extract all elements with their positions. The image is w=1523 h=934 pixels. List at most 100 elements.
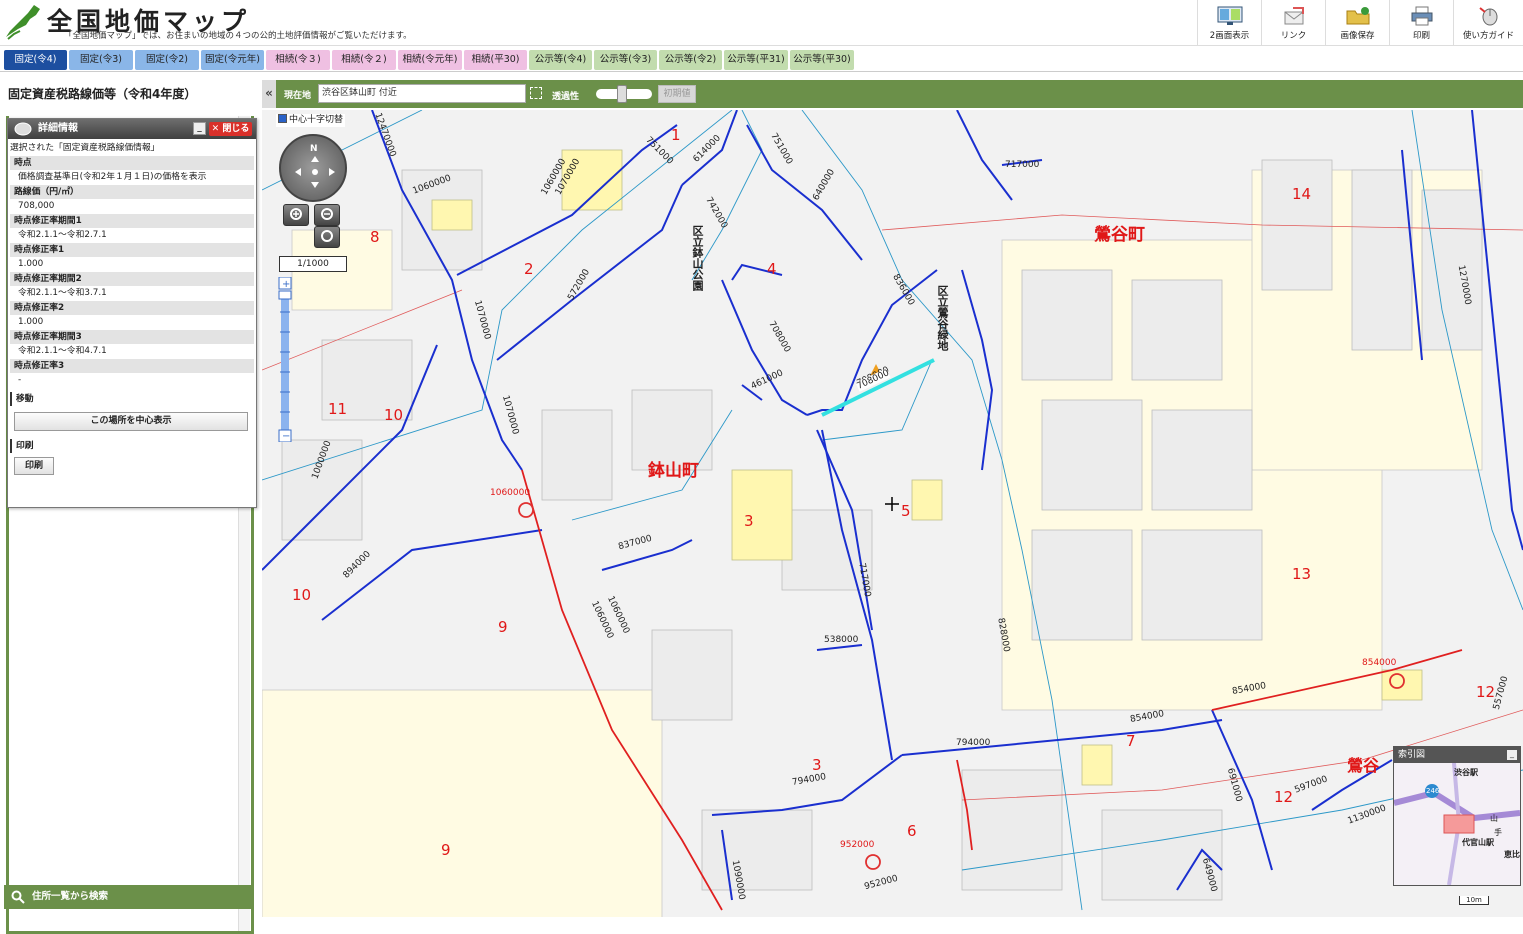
overview-label: 渋谷駅 bbox=[1454, 768, 1478, 777]
detail-row-value: - bbox=[18, 375, 22, 385]
scale-indicator: 1/1000 bbox=[279, 256, 347, 272]
detail-row-header: 時点修正率3 bbox=[10, 358, 254, 373]
block-number: 1 bbox=[671, 126, 681, 144]
block-number: 12 bbox=[1476, 683, 1496, 701]
detail-row-header: 時点修正率2 bbox=[10, 300, 254, 315]
address-search-bar[interactable]: 住所一覧から検索 bbox=[4, 885, 254, 909]
zoom-out-button[interactable] bbox=[314, 204, 340, 226]
block-number: 6 bbox=[907, 822, 917, 840]
overview-label: 代官山駅 bbox=[1462, 838, 1494, 847]
pan-compass[interactable]: N bbox=[279, 134, 347, 202]
tab-kotei-r2[interactable]: 固定(令2) bbox=[135, 50, 199, 70]
zoom-reset-icon bbox=[321, 230, 333, 242]
tab-kotei-r1[interactable]: 固定(令元年) bbox=[201, 50, 264, 70]
mouse-guide-icon bbox=[1478, 7, 1497, 26]
detail-row-header: 時点修正率1 bbox=[10, 242, 254, 257]
tab-koji-h30[interactable]: 公示等(平30) bbox=[790, 50, 854, 70]
japan-logo-icon bbox=[6, 5, 40, 40]
marked-point-price: 1060000 bbox=[490, 488, 531, 498]
print-tool-button[interactable]: 印刷 bbox=[1389, 0, 1453, 46]
location-label: 現在地 bbox=[284, 91, 312, 101]
minimize-button[interactable]: _ bbox=[193, 122, 206, 135]
block-number: 2 bbox=[524, 260, 534, 278]
detail-header[interactable]: 詳細情報 _ ✕ 閉じる bbox=[8, 119, 256, 139]
svg-text:−: − bbox=[282, 431, 290, 442]
guide-button[interactable]: 使い方ガイド bbox=[1453, 0, 1523, 46]
overview-label: 246 bbox=[1426, 787, 1440, 795]
road-price-label: 952000 bbox=[840, 840, 875, 850]
reset-opacity-button[interactable]: 初期値 bbox=[658, 85, 696, 103]
collapse-panel-button[interactable]: « bbox=[262, 80, 276, 108]
overview-map[interactable]: 索引図 _ 渋谷駅 代官山駅 恵比 山 手 246 bbox=[1393, 746, 1521, 886]
map-toolbar: « 現在地 渋谷区鉢山町 付近 透過性 初期値 bbox=[262, 80, 1523, 108]
dual-screen-icon bbox=[1217, 6, 1242, 25]
block-number: 10 bbox=[292, 586, 312, 604]
close-button[interactable]: ✕ 閉じる bbox=[209, 122, 252, 136]
dual-screen-button[interactable]: 2画面表示 bbox=[1197, 0, 1261, 46]
checkbox[interactable] bbox=[278, 114, 287, 123]
app-header: 全国地価マップ 「全国地価マップ」では、お住まいの地域の４つの公的土地評価情報が… bbox=[0, 0, 1523, 46]
block-number: 7 bbox=[1126, 732, 1136, 750]
svg-text:+: + bbox=[282, 279, 290, 290]
detail-row-value: 令和2.1.1～令和3.7.1 bbox=[18, 288, 107, 298]
road-price-label: 538000 bbox=[824, 635, 859, 645]
app-subtitle: 「全国地価マップ」では、お住まいの地域の４つの公的土地評価情報がご覧いただけます… bbox=[64, 31, 412, 41]
detail-row-header: 時点修正率期間2 bbox=[10, 271, 254, 286]
tab-souzoku-r1[interactable]: 相続(令元年) bbox=[398, 50, 462, 70]
print-button[interactable]: 印刷 bbox=[14, 456, 54, 475]
zoom-in-button[interactable] bbox=[283, 204, 309, 226]
tab-koji-r4[interactable]: 公示等(令4) bbox=[529, 50, 592, 70]
road-price-label: 794000 bbox=[956, 738, 991, 748]
tab-souzoku-h30[interactable]: 相続(平30) bbox=[464, 50, 527, 70]
tab-kotei-r3[interactable]: 固定(令3) bbox=[69, 50, 133, 70]
tool-label: 印刷 bbox=[1412, 31, 1430, 41]
note-icon bbox=[14, 122, 32, 136]
block-number: 14 bbox=[1292, 185, 1312, 203]
tool-label: リンク bbox=[1280, 31, 1307, 41]
detail-row-value: 令和2.1.1～令和4.7.1 bbox=[18, 346, 107, 356]
image-save-button[interactable]: 画像保存 bbox=[1325, 0, 1389, 46]
detail-row-value: 価格調査基準日(令和2年１月１日)の価格を表示 bbox=[18, 172, 207, 182]
center-cross-toggle[interactable]: 中心十字切替 bbox=[276, 114, 346, 127]
search-icon bbox=[11, 890, 25, 904]
block-number: 3 bbox=[812, 756, 822, 774]
tab-souzoku-r2[interactable]: 相続(令２) bbox=[332, 50, 396, 70]
center-map-button[interactable]: この場所を中心表示 bbox=[14, 411, 248, 431]
print-section-title: 印刷 bbox=[10, 438, 254, 453]
town-name: 鶯谷町 bbox=[1094, 225, 1145, 245]
tab-souzoku-r3[interactable]: 相続(令３) bbox=[266, 50, 330, 70]
detail-row-header: 時点 bbox=[10, 155, 254, 170]
search-bar-label: 住所一覧から検索 bbox=[32, 891, 109, 902]
overview-label: 手 bbox=[1494, 828, 1502, 837]
tool-label: 使い方ガイド bbox=[1462, 31, 1514, 41]
zoom-slider[interactable]: + − bbox=[278, 277, 292, 442]
opacity-label: 透過性 bbox=[552, 92, 580, 102]
tool-label: 画像保存 bbox=[1340, 31, 1375, 41]
opacity-slider-handle[interactable] bbox=[616, 85, 627, 103]
tab-koji-r2[interactable]: 公示等(令2) bbox=[659, 50, 722, 70]
link-button[interactable]: リンク bbox=[1261, 0, 1325, 46]
block-number: 13 bbox=[1292, 565, 1312, 583]
block-number: 3 bbox=[744, 512, 754, 530]
detail-body: 選択された「固定資産税路線価情報」 時点 価格調査基準日(令和2年１月１日)の価… bbox=[8, 139, 256, 475]
detail-row-value: 1.000 bbox=[18, 317, 44, 327]
detail-row-value: 令和2.1.1～令和2.7.1 bbox=[18, 230, 107, 240]
scale-bar: 10m bbox=[1459, 896, 1489, 905]
detail-row-value: 1.000 bbox=[18, 259, 44, 269]
overview-label: 恵比 bbox=[1504, 850, 1520, 859]
block-number: 10 bbox=[384, 406, 404, 424]
panel-title: 固定資産税路線価等（令和4年度） bbox=[8, 87, 197, 101]
park-name: 区立鉢山公園 bbox=[691, 225, 704, 291]
tab-koji-r3[interactable]: 公示等(令3) bbox=[594, 50, 657, 70]
tab-kotei-r4[interactable]: 固定(令4) bbox=[4, 50, 67, 70]
map-canvas[interactable]: 鉢山町 鶯谷町 鶯谷 区立鉢山公園 区立鶯谷緑地 1 2 3 3 4 5 6 7… bbox=[262, 110, 1523, 917]
tab-koji-h31[interactable]: 公示等(平31) bbox=[724, 50, 788, 70]
block-number: 5 bbox=[901, 502, 911, 520]
pan-arrows-icon bbox=[295, 156, 335, 188]
detail-row-header: 路線価（円/㎡） bbox=[10, 184, 254, 199]
detail-intro: 選択された「固定資産税路線価情報」 bbox=[10, 143, 160, 153]
locate-icon[interactable] bbox=[530, 87, 542, 99]
overview-minimize-button[interactable]: _ bbox=[1507, 750, 1517, 760]
location-field[interactable]: 渋谷区鉢山町 付近 bbox=[318, 84, 526, 103]
zoom-reset-button[interactable] bbox=[314, 226, 340, 248]
